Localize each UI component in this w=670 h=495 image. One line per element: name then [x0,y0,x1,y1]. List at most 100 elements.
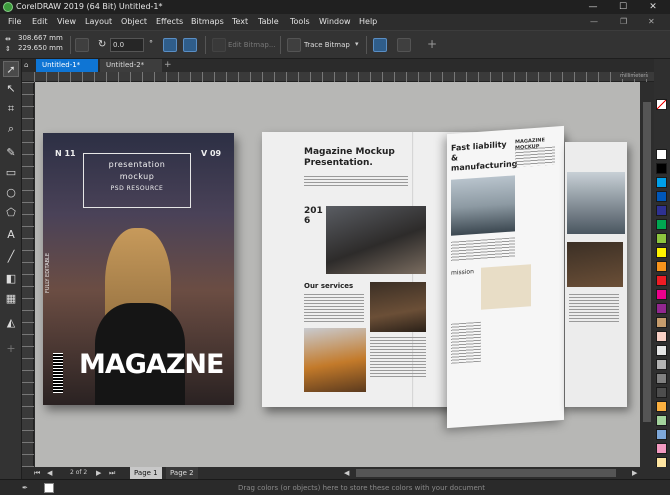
palette-swatch[interactable] [656,163,667,174]
trace-bitmap-icon[interactable] [287,38,301,52]
connector-tool-icon[interactable]: ╱ [3,249,19,265]
menu-window[interactable]: Window [319,14,351,30]
palette-swatch[interactable] [656,415,667,426]
palette-swatch[interactable] [656,149,667,160]
polygon-tool-icon[interactable]: ⬠ [3,205,19,221]
scroll-right-icon[interactable]: ▶ [632,467,637,479]
transparency-tool-icon[interactable]: ▦ [3,291,19,307]
shadow-tool-icon[interactable]: ◧ [3,271,19,287]
magazine-cover-image[interactable]: presentation mockup PSD RESOURCE N 11 V … [43,133,234,405]
rectangle-tool-icon[interactable]: ▭ [3,165,19,181]
menu-view[interactable]: View [57,14,76,30]
freehand-tool-icon[interactable]: ✎ [3,145,19,161]
chevron-down-icon[interactable]: ▾ [355,40,359,48]
new-tab-icon[interactable]: + [164,59,172,72]
menu-table[interactable]: Table [258,14,279,30]
crop-tool-icon[interactable]: ⌗ [3,101,19,117]
palette-swatch[interactable] [656,401,667,412]
toolbox: ➚ ↖ ⌗ ⌕ ✎ ▭ ○ ⬠ A ╱ ◧ ▦ ◭ + [0,59,22,479]
next-page-icon[interactable]: ▶ [96,467,101,479]
lake-photo [451,175,515,236]
palette-swatch[interactable] [656,345,667,356]
y-position-field[interactable]: 229.650 mm [18,44,63,53]
current-fill-swatch[interactable] [44,483,54,493]
minimize-icon[interactable]: — [578,0,608,14]
add-icon[interactable]: + [427,37,437,51]
menu-help[interactable]: Help [359,14,377,30]
palette-swatch[interactable] [656,191,667,202]
rotation-field[interactable]: 0.0 [110,38,144,52]
palette-swatch[interactable] [656,373,667,384]
edit-bitmap-icon[interactable] [212,38,226,52]
zoom-tool-icon[interactable]: ⌕ [3,121,19,137]
text-tool-icon[interactable]: A [3,227,19,243]
separator [366,36,367,54]
doc-restore-icon[interactable]: ❐ [620,14,627,30]
doc-close-icon[interactable]: ✕ [648,14,655,30]
edit-bitmap-button[interactable]: Edit Bitmap... [228,39,276,51]
palette-swatch[interactable] [656,317,667,328]
services-heading: Our services [304,282,354,290]
palette-swatch[interactable] [656,261,667,272]
scrollbar-thumb[interactable] [643,102,651,422]
home-icon[interactable]: ⌂ [24,61,33,70]
maximize-icon[interactable]: ☐ [608,0,638,14]
menu-object[interactable]: Object [121,14,147,30]
menu-bitmaps[interactable]: Bitmaps [191,14,224,30]
page-counter: 2 of 2 [70,469,88,476]
menu-edit[interactable]: Edit [32,14,48,30]
menu-file[interactable]: File [8,14,21,30]
lock-ratio-icon[interactable] [75,38,89,52]
palette-swatch[interactable] [656,219,667,230]
spread-right-page[interactable] [565,142,627,407]
palette-swatch[interactable] [656,177,667,188]
x-position-field[interactable]: 308.667 mm [18,34,63,43]
prev-page-icon[interactable]: ◀ [47,467,52,479]
resample-icon[interactable] [397,38,411,52]
palette-swatch[interactable] [656,429,667,440]
palette-swatch[interactable] [656,359,667,370]
crop-bitmap-icon[interactable] [373,38,387,52]
shape-tool-icon[interactable]: ↖ [3,81,19,97]
close-icon[interactable]: ✕ [638,0,668,14]
curled-page-image[interactable]: Fast liability & manufacturing MAGAZINE … [447,125,564,429]
horizontal-ruler[interactable]: millimeters [22,72,654,82]
fill-tool-icon[interactable]: ◭ [3,315,19,331]
palette-swatch[interactable] [656,233,667,244]
palette-swatch[interactable] [656,247,667,258]
mirror-vertical-icon[interactable] [183,38,197,52]
vertical-ruler[interactable] [22,82,34,467]
menu-effects[interactable]: Effects [156,14,183,30]
ellipse-tool-icon[interactable]: ○ [3,185,19,201]
menu-text[interactable]: Text [232,14,248,30]
mirror-horizontal-icon[interactable] [163,38,177,52]
y-position-icon: ⇕ [5,45,11,53]
palette-swatch[interactable] [656,443,667,454]
no-fill-swatch[interactable] [656,99,667,110]
eyedropper-icon[interactable]: ✒ [22,480,28,495]
scroll-left-icon[interactable]: ◀ [344,467,349,479]
first-page-icon[interactable]: ⏮ [34,467,40,479]
vertical-scrollbar[interactable] [640,82,654,467]
horizontal-scrollbar[interactable] [356,469,616,477]
tab-untitled-2[interactable]: Untitled-2* [100,59,162,72]
add-tool-icon[interactable]: + [3,341,19,357]
trace-bitmap-button[interactable]: Trace Bitmap [304,39,350,51]
palette-swatch[interactable] [656,331,667,342]
page-tab-2[interactable]: Page 2 [166,467,198,479]
drawing-canvas[interactable]: presentation mockup PSD RESOURCE N 11 V … [35,82,640,467]
palette-swatch[interactable] [656,289,667,300]
menu-layout[interactable]: Layout [85,14,112,30]
pick-tool-icon[interactable]: ➚ [3,61,19,77]
separator [70,36,71,54]
palette-swatch[interactable] [656,387,667,398]
tab-untitled-1[interactable]: Untitled-1* [36,59,98,72]
palette-swatch[interactable] [656,275,667,286]
palette-swatch[interactable] [656,303,667,314]
page-tab-1[interactable]: Page 1 [130,467,162,479]
last-page-icon[interactable]: ⏭ [109,467,115,479]
palette-swatch[interactable] [656,205,667,216]
menu-tools[interactable]: Tools [290,14,310,30]
doc-minimize-icon[interactable]: — [590,14,598,30]
spread-year: 2016 [304,206,323,226]
